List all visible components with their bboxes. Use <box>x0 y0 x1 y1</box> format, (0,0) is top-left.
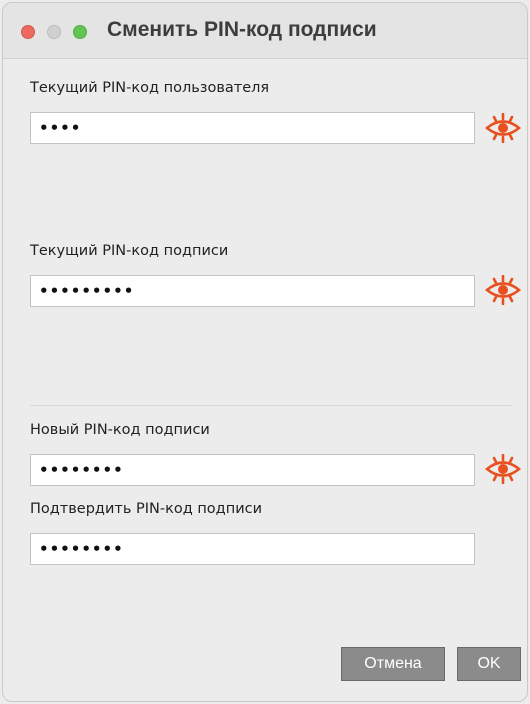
current-user-pin-label: Текущий PIN-код пользователя <box>30 80 270 96</box>
current-sign-pin-label: Текущий PIN-код подписи <box>30 243 229 259</box>
close-window-button[interactable] <box>21 25 35 39</box>
maximize-window-button[interactable] <box>73 25 87 39</box>
cancel-button[interactable]: Отмена <box>341 647 445 681</box>
window-title: Сменить PIN-код подписи <box>107 18 377 41</box>
eye-icon <box>485 113 521 143</box>
show-new-sign-pin-button[interactable] <box>485 454 521 484</box>
new-sign-pin-input[interactable] <box>30 454 475 486</box>
show-current-user-pin-button[interactable] <box>485 113 521 143</box>
minimize-window-button[interactable] <box>47 25 61 39</box>
change-pin-dialog: Сменить PIN-код подписи Текущий PIN-код … <box>2 2 528 702</box>
new-sign-pin-label: Новый PIN-код подписи <box>30 422 210 438</box>
eye-icon <box>485 275 521 305</box>
current-sign-pin-input[interactable] <box>30 275 475 307</box>
title-bar: Сменить PIN-код подписи <box>3 3 527 59</box>
confirm-sign-pin-label: Подтвердить PIN-код подписи <box>30 501 263 517</box>
current-user-pin-input[interactable] <box>30 112 475 144</box>
section-divider <box>30 405 512 406</box>
confirm-sign-pin-input[interactable] <box>30 533 475 565</box>
show-current-sign-pin-button[interactable] <box>485 275 521 305</box>
eye-icon <box>485 454 521 484</box>
ok-button[interactable]: OK <box>457 647 521 681</box>
